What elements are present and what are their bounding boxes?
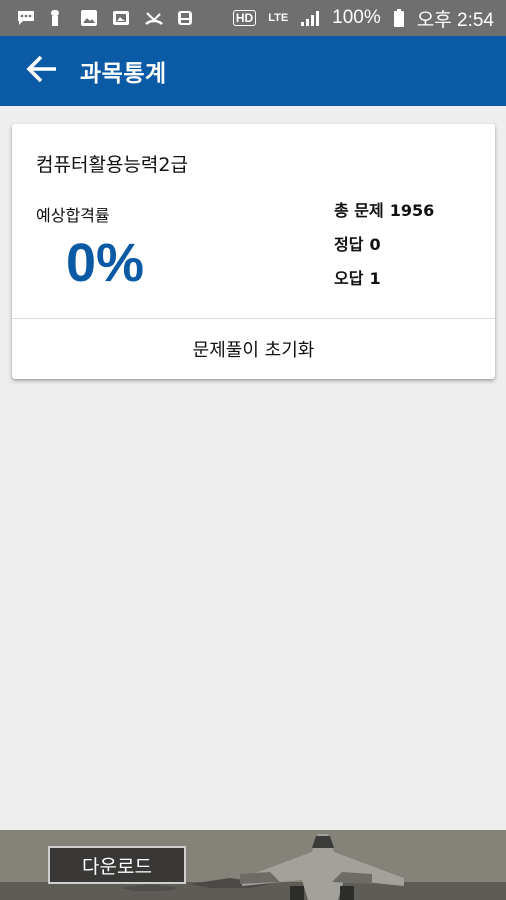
back-arrow-icon xyxy=(25,52,59,90)
reset-progress-button[interactable]: 문제풀이 초기화 xyxy=(12,319,495,379)
gallery-icon xyxy=(112,9,132,27)
stat-correct-value: 0 xyxy=(369,235,381,254)
status-bar-notifications xyxy=(16,9,196,27)
signal-icon xyxy=(300,9,320,27)
stat-wrong-label: 오답 xyxy=(334,269,364,288)
battery-icon xyxy=(393,9,405,27)
stat-correct-label: 정답 xyxy=(334,235,364,254)
missed-call-icon xyxy=(144,9,164,27)
image-icon xyxy=(80,9,100,27)
battery-percent: 100% xyxy=(332,7,381,28)
app-bar: 과목통계 xyxy=(0,36,506,106)
clock: 오후 2:54 xyxy=(416,9,494,31)
stat-total: 총 문제 1956 xyxy=(334,200,434,234)
lte-icon: LTE xyxy=(268,12,289,24)
download-button[interactable]: 다운로드 xyxy=(48,846,186,884)
stat-total-value: 1956 xyxy=(389,201,435,220)
stat-correct: 정답 0 xyxy=(334,234,434,268)
message-icon xyxy=(16,9,36,27)
stats-list: 총 문제 1956 정답 0 오답 1 xyxy=(334,200,434,302)
stat-wrong-value: 1 xyxy=(369,269,381,288)
stat-wrong: 오답 1 xyxy=(334,268,434,302)
status-bar-system: HD LTE 100% 오후 2:54 xyxy=(232,5,494,32)
hd-icon: HD xyxy=(232,10,257,26)
pass-rate-label: 예상합격률 xyxy=(36,206,110,225)
subject-name: 컴퓨터활용능력2급 xyxy=(36,154,188,176)
status-bar: HD LTE 100% 오후 2:54 xyxy=(0,0,506,36)
save-icon xyxy=(176,9,196,27)
notification-icon xyxy=(48,9,68,27)
page-title: 과목통계 xyxy=(80,61,167,87)
stat-total-label: 총 문제 xyxy=(334,201,384,220)
ad-banner[interactable]: 다운로드 xyxy=(0,830,506,900)
subject-stats-card: 컴퓨터활용능력2급 예상합격률 0% 총 문제 1956 정답 0 오답 1 문… xyxy=(12,124,495,379)
pass-rate-value: 0% xyxy=(66,233,145,293)
back-button[interactable] xyxy=(14,43,70,99)
